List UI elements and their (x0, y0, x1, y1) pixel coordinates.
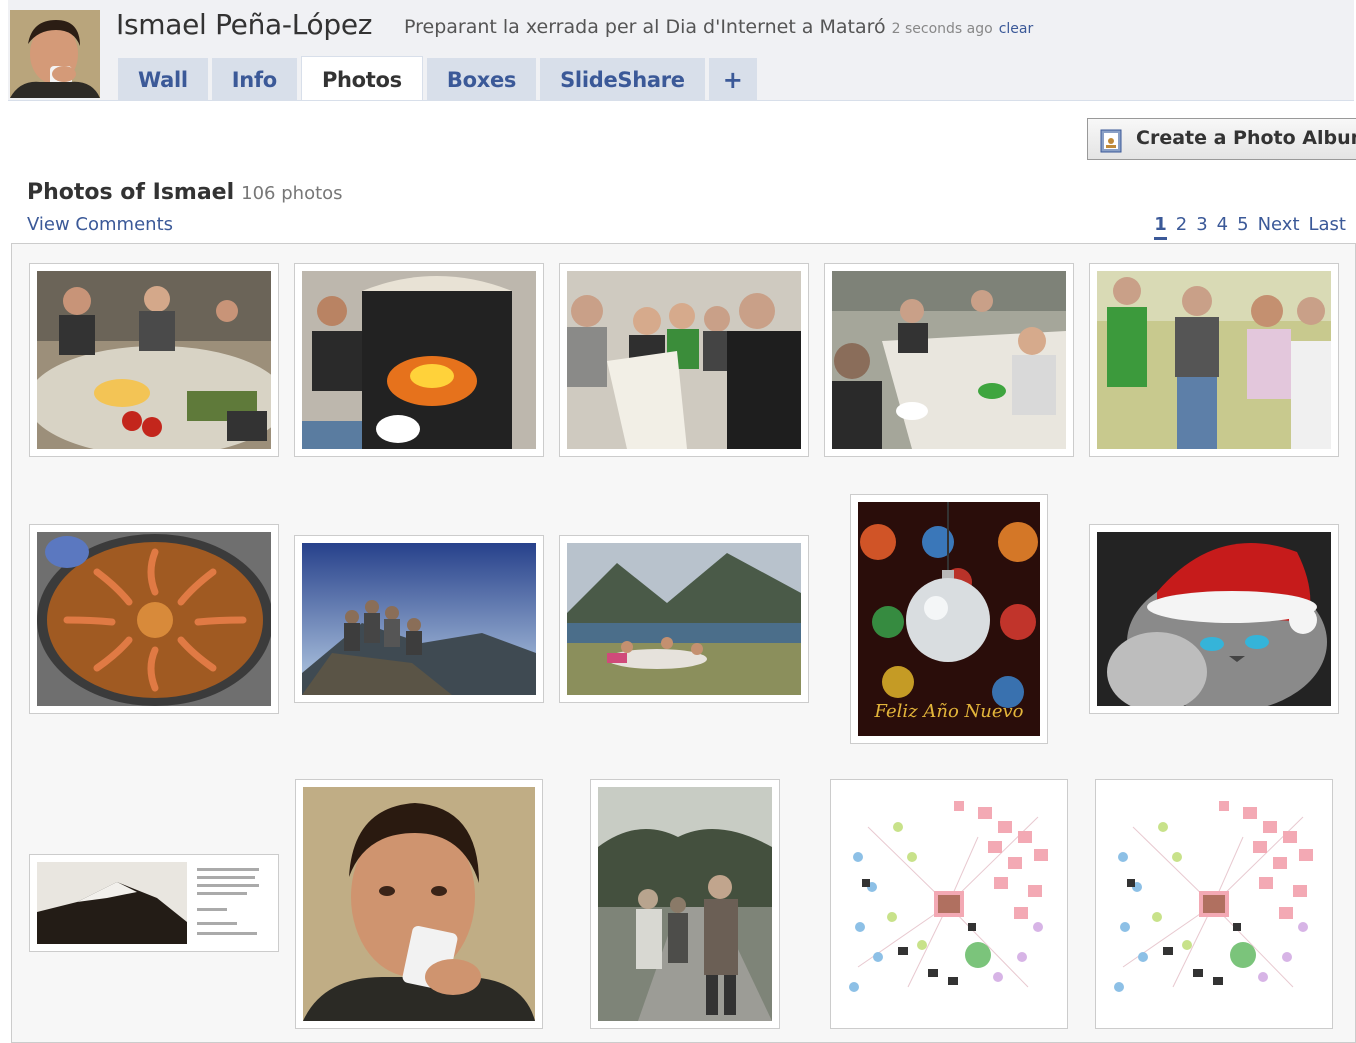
photo-thumbnail[interactable] (824, 263, 1074, 457)
photo-caption: Feliz Año Nuevo (874, 701, 1024, 722)
photo-album-icon (1100, 129, 1122, 153)
photo-count: 106 photos (241, 183, 343, 204)
profile-picture[interactable] (10, 10, 100, 98)
section-heading: Photos of Ismael 106 photos (27, 180, 343, 205)
status-line: Preparant la xerrada per al Dia d'Intern… (404, 16, 1033, 38)
page-1-link[interactable]: 1 (1154, 214, 1167, 240)
add-tab-button[interactable]: + (708, 58, 757, 100)
photo-thumbnail[interactable] (559, 263, 809, 457)
profile-tabs: Wall Info Photos Boxes SlideShare + (118, 56, 757, 100)
tab-boxes[interactable]: Boxes (426, 58, 537, 100)
photo-thumbnail[interactable] (830, 779, 1068, 1029)
photo-grid: Feliz Año Nuevo (11, 243, 1356, 1043)
page-5-link[interactable]: 5 (1237, 214, 1248, 240)
status-text: Preparant la xerrada per al Dia d'Intern… (404, 16, 886, 38)
clear-status-link[interactable]: clear (999, 21, 1034, 37)
photo-thumbnail[interactable] (29, 854, 279, 952)
photo-thumbnail[interactable] (294, 535, 544, 703)
photo-thumbnail[interactable] (1089, 263, 1339, 457)
page-2-link[interactable]: 2 (1176, 214, 1187, 240)
photo-thumbnail[interactable] (29, 524, 279, 714)
photo-thumbnail[interactable] (295, 779, 543, 1029)
tab-photos[interactable]: Photos (300, 56, 423, 100)
page-3-link[interactable]: 3 (1196, 214, 1207, 240)
create-album-label: Create a Photo Album (1136, 127, 1356, 149)
photo-thumbnail[interactable] (559, 535, 809, 703)
view-comments-link[interactable]: View Comments (27, 214, 173, 235)
tab-info[interactable]: Info (211, 58, 297, 100)
section-title: Photos of Ismael (27, 180, 235, 205)
photo-thumbnail[interactable] (1095, 779, 1333, 1029)
photo-thumbnail[interactable] (590, 779, 780, 1029)
photo-thumbnail[interactable] (294, 263, 544, 457)
profile-name[interactable]: Ismael Peña-López (116, 8, 372, 41)
tab-slideshare[interactable]: SlideShare (540, 58, 705, 100)
create-photo-album-button[interactable]: Create a Photo Album (1087, 118, 1356, 160)
pagination: 1 2 3 4 5 Next Last (1154, 214, 1346, 240)
photo-thumbnail[interactable] (29, 263, 279, 457)
tab-wall[interactable]: Wall (118, 58, 208, 100)
photo-thumbnail[interactable]: Feliz Año Nuevo (850, 494, 1048, 744)
photo-thumbnail[interactable] (1089, 524, 1339, 714)
last-page-link[interactable]: Last (1309, 214, 1347, 240)
page-4-link[interactable]: 4 (1217, 214, 1228, 240)
profile-header: Ismael Peña-López Preparant la xerrada p… (8, 0, 1354, 101)
next-page-link[interactable]: Next (1258, 214, 1300, 240)
status-time: 2 seconds ago (891, 21, 993, 37)
